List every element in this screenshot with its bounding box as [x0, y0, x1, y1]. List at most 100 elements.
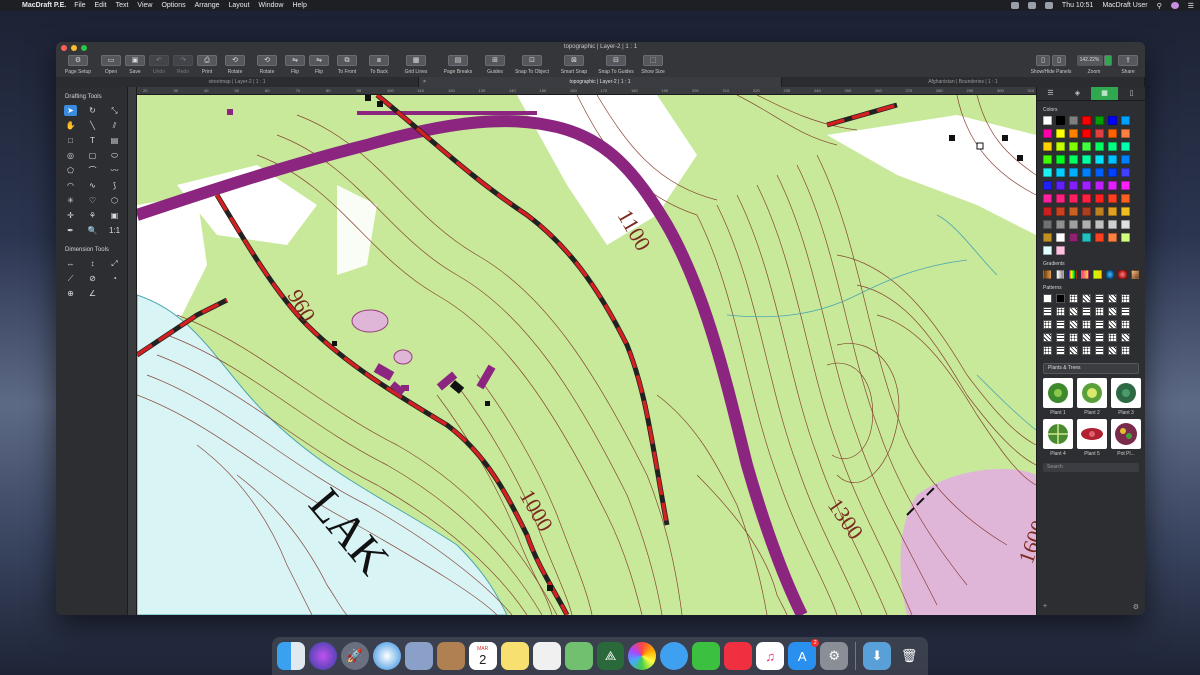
save-button[interactable]: ▣ Save [124, 55, 146, 75]
color-swatch[interactable] [1095, 181, 1104, 190]
arc-tool-icon[interactable]: ⌒ [86, 165, 99, 176]
gradient-swatch[interactable] [1118, 270, 1127, 279]
pattern-swatch[interactable] [1056, 333, 1065, 342]
launchpad-icon[interactable]: 🚀 [340, 642, 369, 670]
library-item[interactable]: Pot Pl... [1111, 419, 1141, 457]
library-item[interactable]: Plant 1 [1043, 378, 1073, 416]
color-swatch[interactable] [1069, 155, 1078, 164]
color-swatch[interactable] [1095, 168, 1104, 177]
text-tool-icon[interactable]: T [86, 135, 99, 146]
radius-dimension-icon[interactable]: ◔ [108, 273, 121, 284]
vertical-dimension-icon[interactable]: ↕ [86, 258, 99, 269]
color-swatch[interactable] [1121, 194, 1130, 203]
system-preferences-icon[interactable]: ⚙ [820, 642, 849, 670]
color-swatch[interactable] [1056, 233, 1065, 242]
color-swatch[interactable] [1108, 181, 1117, 190]
color-swatch[interactable] [1108, 194, 1117, 203]
menu-help[interactable]: Help [292, 2, 306, 9]
diameter-dimension-icon[interactable]: ⊘ [86, 273, 99, 284]
messages-icon[interactable] [660, 642, 689, 670]
color-swatch[interactable] [1043, 246, 1052, 255]
pattern-swatch[interactable] [1043, 333, 1052, 342]
gradient-swatch[interactable] [1068, 270, 1077, 279]
topographic-map[interactable]: 960 1000 1300 1600 1100 14 LAK [137, 95, 1036, 615]
pattern-swatch[interactable] [1043, 294, 1052, 303]
eyedropper-tool-icon[interactable]: ✒ [64, 225, 77, 236]
color-swatch[interactable] [1069, 220, 1078, 229]
heart-tool-icon[interactable]: ♡ [86, 195, 99, 206]
color-swatch[interactable] [1056, 129, 1065, 138]
pattern-swatch[interactable] [1095, 333, 1104, 342]
pattern-swatch[interactable] [1095, 320, 1104, 329]
color-swatch[interactable] [1056, 207, 1065, 216]
library-tab-icon[interactable]: ▯ [1118, 87, 1145, 100]
color-swatch[interactable] [1082, 181, 1091, 190]
left-panel-toggle-icon[interactable]: ▯ [1036, 55, 1050, 66]
wifi-icon[interactable] [1027, 2, 1036, 9]
angle-dimension-icon[interactable]: ∠ [86, 288, 99, 299]
flip-button[interactable]: ⇋ Flip [308, 55, 330, 75]
color-swatch[interactable] [1121, 233, 1130, 242]
guides-button[interactable]: ⊞ Guides [480, 55, 510, 75]
layers-tab-icon[interactable]: ◈ [1064, 87, 1091, 100]
siri-menu-icon[interactable] [1010, 2, 1019, 9]
pattern-swatch[interactable] [1108, 320, 1117, 329]
color-swatch[interactable] [1095, 194, 1104, 203]
calendar-icon[interactable]: MAR 2 [468, 642, 497, 670]
color-swatch[interactable] [1095, 142, 1104, 151]
color-swatch[interactable] [1121, 220, 1130, 229]
color-swatch[interactable] [1069, 181, 1078, 190]
drawing-canvas[interactable]: 960 1000 1300 1600 1100 14 LAK [137, 95, 1036, 615]
resize-tool-icon[interactable]: ⤡ [108, 105, 121, 116]
color-swatch[interactable] [1108, 142, 1117, 151]
menu-window[interactable]: Window [259, 2, 284, 9]
photos-icon[interactable] [628, 642, 657, 670]
pattern-swatch[interactable] [1056, 307, 1065, 316]
to-back-button[interactable]: ⧈ To Back [364, 55, 394, 75]
color-swatch[interactable] [1082, 129, 1091, 138]
pattern-swatch[interactable] [1108, 294, 1117, 303]
stickies-icon[interactable] [500, 642, 529, 670]
pattern-swatch[interactable] [1056, 320, 1065, 329]
color-swatch[interactable] [1056, 194, 1065, 203]
properties-tab-icon[interactable]: ☰ [1037, 87, 1064, 100]
color-swatch[interactable] [1108, 155, 1117, 164]
crosshair-tool-icon[interactable]: ✛ [64, 210, 77, 221]
share-button[interactable]: ⇪ Share [1117, 55, 1139, 75]
tab-afghanistan[interactable]: Afghanistan | Bounderies | 1 : 1 [782, 77, 1145, 87]
pattern-swatch[interactable] [1069, 320, 1078, 329]
color-swatch[interactable] [1069, 142, 1078, 151]
color-swatch[interactable] [1108, 220, 1117, 229]
news-icon[interactable] [724, 642, 753, 670]
color-swatch[interactable] [1121, 155, 1130, 164]
smart-snap-button[interactable]: ⊠ Smart Snap [554, 55, 594, 75]
pattern-swatch[interactable] [1056, 346, 1065, 355]
shape-tool-icon[interactable]: ⬡ [108, 195, 121, 206]
show-hide-panels-button[interactable]: ▯ ▯ Show/Hide Panels [1031, 55, 1071, 75]
pattern-swatch[interactable] [1095, 294, 1104, 303]
color-swatch[interactable] [1095, 129, 1104, 138]
color-swatch[interactable] [1069, 116, 1078, 125]
app-menu[interactable]: MacDraft P.E. [22, 2, 66, 9]
pattern-swatch[interactable] [1121, 333, 1130, 342]
zoom-tool-icon[interactable]: 🔍 [86, 225, 99, 236]
color-swatch[interactable] [1043, 220, 1052, 229]
color-swatch[interactable] [1095, 155, 1104, 164]
color-swatch[interactable] [1082, 233, 1091, 242]
settings-gear-icon[interactable]: ⚙ [1133, 603, 1139, 611]
music-icon[interactable]: ♫ [756, 642, 785, 670]
color-swatch[interactable] [1056, 168, 1065, 177]
page-setup-button[interactable]: ⚙ Page Setup [58, 55, 98, 75]
pattern-swatch[interactable] [1108, 346, 1117, 355]
safari-icon[interactable] [372, 642, 401, 670]
rectangle-tool-icon[interactable]: □ [64, 135, 77, 146]
zoom-value[interactable]: 142.22% [1076, 55, 1103, 66]
curve-tool-icon[interactable]: ⟆ [108, 180, 121, 191]
print-button[interactable]: ⎙ Print [196, 55, 218, 75]
to-front-button[interactable]: ⧉ To Front [332, 55, 362, 75]
color-swatch[interactable] [1082, 168, 1091, 177]
center-dimension-icon[interactable]: ⊕ [64, 288, 77, 299]
color-swatch[interactable] [1121, 116, 1130, 125]
tab-streetmap[interactable]: streetmap | Layer-2 | 1 : 1 [56, 77, 419, 87]
close-tab-icon[interactable]: × [423, 77, 426, 87]
